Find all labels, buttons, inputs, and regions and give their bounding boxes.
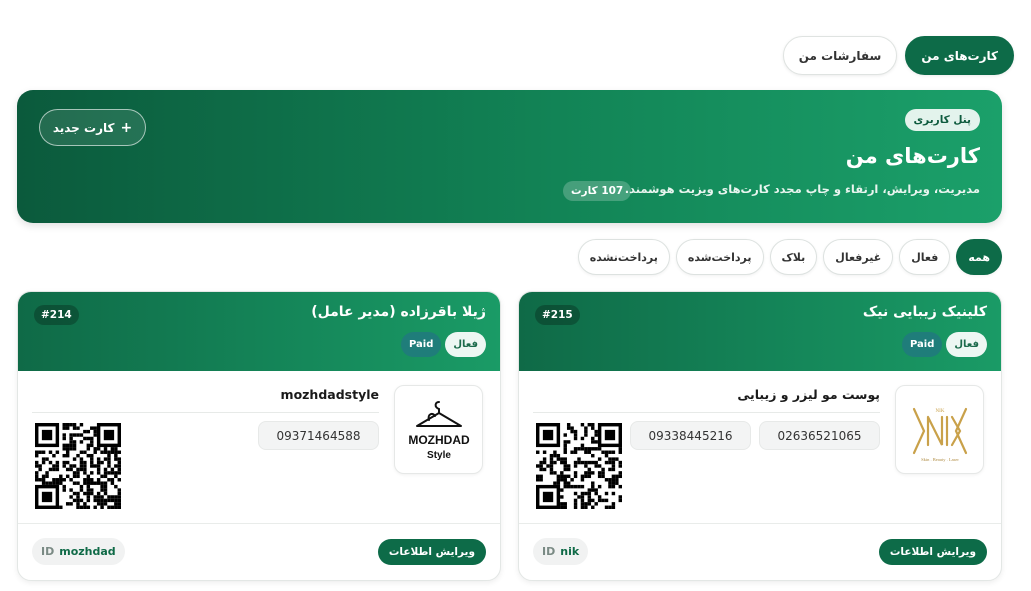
card-header: ژیلا باقرزاده (مدیر عامل) #214 فعال Paid: [18, 292, 500, 371]
id-value: mozhdad: [59, 545, 116, 558]
card-number: #215: [535, 305, 580, 325]
new-card-button[interactable]: + کارت جدید: [39, 109, 146, 146]
divider: [18, 523, 500, 524]
mozhdad-logo: MOZHDAD Style: [394, 385, 483, 474]
top-tabs: کارت‌های من سفارشات من: [782, 36, 1014, 75]
filter-chips: همه فعال غیرفعال بلاک پرداخت‌شده پرداخت‌…: [577, 239, 1002, 275]
card-subtitle: پوست مو لیزر و زیبایی: [737, 387, 880, 402]
divider: [32, 412, 379, 413]
logo-text: Style: [427, 450, 451, 461]
card-number: #214: [34, 305, 79, 325]
phone-number: 09371464588: [258, 421, 379, 450]
logo-text: MOZHDAD: [408, 433, 470, 447]
page-description: مدیریت، ویرایش، ارتقاء و چاپ مجدد کارت‌ه…: [624, 182, 980, 196]
card-header: کلینیک زیبایی نیک #215 فعال Paid: [519, 292, 1001, 371]
card-count-badge: 107 کارت: [563, 181, 632, 201]
panel-badge: پنل کاربری: [904, 109, 980, 131]
svg-text:Skin . Beauty . Laser: Skin . Beauty . Laser: [921, 457, 959, 462]
divider: [533, 412, 880, 413]
filter-unpaid[interactable]: پرداخت‌نشده: [577, 239, 670, 275]
qr-code: [35, 423, 121, 509]
page-title: کارت‌های من: [845, 144, 980, 168]
card-subtitle: mozhdadstyle: [280, 387, 379, 402]
phone-list: 02636521065 09338445216: [630, 421, 880, 450]
hero-banner: پنل کاربری کارت‌های من مدیریت، ویرایش، ا…: [17, 90, 1002, 223]
card-badges: فعال Paid: [400, 332, 486, 357]
filter-all[interactable]: همه: [956, 239, 1002, 275]
payment-badge: Paid: [901, 332, 943, 357]
card-id: ID mozhdad: [32, 538, 125, 565]
filter-inactive[interactable]: غیرفعال: [823, 239, 894, 275]
id-label: ID: [41, 545, 55, 558]
tab-my-cards[interactable]: کارت‌های من: [905, 36, 1014, 75]
payment-badge: Paid: [400, 332, 442, 357]
svg-text:NIK: NIK: [935, 409, 944, 414]
filter-blocked[interactable]: بلاک: [769, 239, 818, 275]
phone-list: 09371464588: [258, 421, 379, 450]
filter-paid[interactable]: پرداخت‌شده: [675, 239, 764, 275]
qr-code: [536, 423, 622, 509]
phone-number: 09338445216: [630, 421, 751, 450]
business-card-item: ژیلا باقرزاده (مدیر عامل) #214 فعال Paid…: [17, 291, 501, 581]
filter-active[interactable]: فعال: [899, 239, 951, 275]
divider: [519, 523, 1001, 524]
card-id: ID nik: [533, 538, 589, 565]
status-badge: فعال: [946, 332, 987, 357]
new-card-label: کارت جدید: [52, 120, 115, 135]
id-value: nik: [560, 545, 580, 558]
edit-info-button[interactable]: ویرایش اطلاعات: [878, 539, 987, 565]
phone-number: 02636521065: [759, 421, 880, 450]
card-badges: فعال Paid: [901, 332, 987, 357]
card-title: ژیلا باقرزاده (مدیر عامل): [311, 304, 486, 320]
status-badge: فعال: [445, 332, 486, 357]
id-label: ID: [542, 545, 556, 558]
nik-logo: NIK Skin . Beauty . Laser: [895, 385, 984, 474]
edit-info-button[interactable]: ویرایش اطلاعات: [377, 539, 486, 565]
business-card-item: کلینیک زیبایی نیک #215 فعال Paid NIK Ski…: [518, 291, 1002, 581]
tab-my-orders[interactable]: سفارشات من: [782, 36, 898, 75]
plus-icon: +: [120, 119, 133, 136]
card-title: کلینیک زیبایی نیک: [862, 304, 987, 320]
